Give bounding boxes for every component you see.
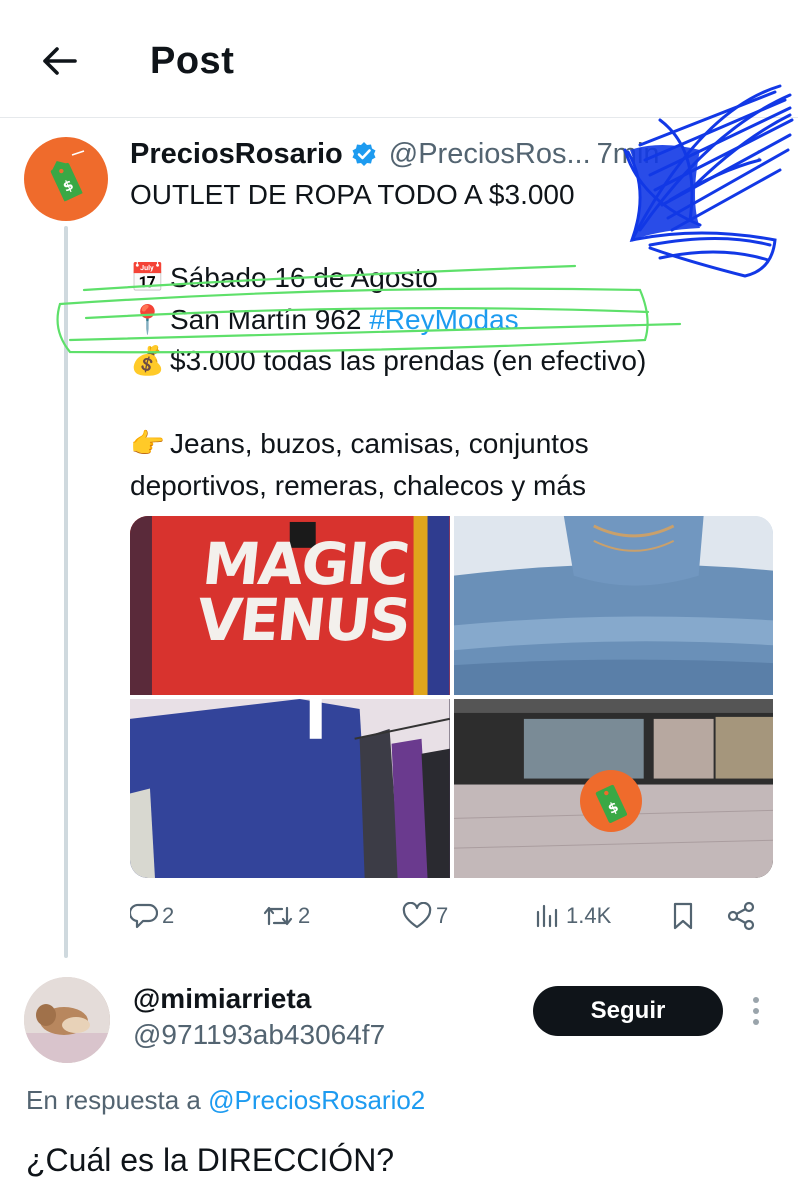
page-title: Post [150, 40, 235, 82]
media-image-red-sweater[interactable]: MAGIC VENUS [130, 516, 450, 695]
reply-avatar[interactable] [24, 977, 110, 1063]
items-text-1: Jeans, buzos, camisas, conjuntos [170, 428, 589, 459]
reply-text: ¿Cuál es la DIRECCIÓN? [26, 1142, 395, 1178]
tweet-line-price: 💰 $3.000 todas las prendas (en efectivo) [130, 340, 770, 382]
retweet-count: 2 [298, 903, 311, 928]
handle[interactable]: @PreciosRos... [389, 138, 591, 171]
thread-connector-line [64, 226, 68, 958]
top-bar: Post [0, 0, 798, 118]
media-image-jeans[interactable] [453, 516, 773, 695]
in-reply-to: En respuesta a @PreciosRosario2 [26, 1085, 425, 1116]
reply-handle[interactable]: @971193ab43064f7 [133, 1019, 385, 1051]
price-text: $3.000 todas las prendas (en efectivo) [170, 345, 647, 376]
calendar-icon: 📅 [130, 262, 165, 293]
tweet-line-items-2: deportivos, remeras, chalecos y más [130, 469, 586, 501]
follow-button[interactable]: Seguir [533, 986, 723, 1036]
like-button[interactable]: 7 [402, 896, 448, 936]
reply-icon [130, 903, 158, 929]
sweater-print-text: MAGIC VENUS [193, 530, 413, 654]
display-name[interactable]: PreciosRosario [130, 138, 343, 171]
arrow-left-icon [43, 47, 77, 75]
tweet-header: PreciosRosario @PreciosRos... 7min [130, 136, 660, 172]
bookmark-icon [673, 902, 693, 930]
media-image-storefront[interactable]: $ [453, 699, 773, 878]
jeans-graphic [453, 516, 773, 695]
share-button[interactable] [726, 896, 756, 936]
watermark-price-tag-icon: $ [579, 770, 642, 832]
reply-button[interactable]: 2 [130, 896, 174, 936]
reply-more-options-icon[interactable] [753, 997, 761, 1030]
address-text: San Martín 962 [170, 303, 370, 335]
pin-icon: 📍 [130, 303, 165, 335]
retweet-button[interactable]: 2 [262, 896, 310, 936]
more-options-icon[interactable]: ⋮ [748, 148, 770, 170]
reply-display-name[interactable]: @mimiarrieta [133, 983, 311, 1015]
back-button[interactable] [38, 42, 80, 80]
share-icon [727, 901, 755, 931]
views-chart-icon [536, 904, 558, 928]
like-count: 7 [436, 903, 449, 928]
media-image-blue-shirts[interactable] [130, 699, 450, 878]
in-reply-mention-link[interactable]: @PreciosRosario2 [208, 1085, 425, 1115]
heart-icon [402, 902, 432, 929]
dog-photo [24, 977, 110, 1063]
tweet-text: OUTLET DE ROPA TODO A $3.000 📅 Sábado 16 … [130, 174, 770, 506]
tweet-actions: 2 2 7 1.4K [130, 896, 770, 936]
retweet-icon [263, 906, 293, 926]
tweet-line-address: 📍 San Martín 962 #ReyModas [130, 299, 770, 341]
date-text: Sábado 16 de Agosto [170, 262, 438, 293]
tweet-line-date: 📅 Sábado 16 de Agosto [130, 257, 770, 299]
bookmark-button[interactable] [670, 896, 696, 936]
tweet-line-items-1: 👉 Jeans, buzos, camisas, conjuntos [130, 423, 770, 465]
timestamp[interactable]: 7min [597, 138, 660, 171]
price-tag-icon: $ [50, 150, 85, 202]
tweet-line-title: OUTLET DE ROPA TODO A $3.000 [130, 179, 575, 210]
in-reply-prefix: En respuesta a [26, 1085, 209, 1115]
money-bag-icon: 💰 [130, 345, 165, 376]
views-count: 1.4K [566, 903, 612, 928]
avatar[interactable]: $ [24, 137, 108, 221]
views-button[interactable]: 1.4K [534, 896, 611, 936]
hashtag-link[interactable]: #ReyModas [369, 304, 518, 335]
shirts-graphic [130, 699, 450, 878]
reply-count: 2 [162, 903, 175, 928]
media-grid: MAGIC VENUS $ [130, 516, 773, 878]
pointing-hand-icon: 👉 [130, 428, 165, 459]
verified-badge-icon [352, 142, 376, 166]
